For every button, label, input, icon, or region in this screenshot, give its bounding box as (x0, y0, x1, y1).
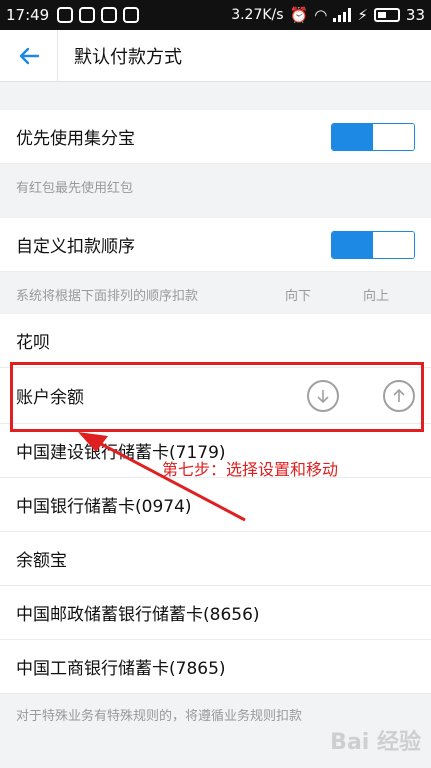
list-item[interactable]: 中国银行储蓄卡(0974) (0, 478, 431, 532)
charging-icon: ⚡ (357, 6, 368, 24)
payment-method-list: 花呗 账户余额 中国建设银行储蓄卡(7179) 中国银行储蓄卡(0974) 余额… (0, 314, 431, 694)
image-icon (123, 7, 140, 23)
move-up-button[interactable] (383, 379, 415, 412)
battery-level: 33 (405, 6, 425, 24)
priority-label: 优先使用集分宝 (16, 129, 135, 149)
network-speed: 3.27K/s (231, 7, 284, 23)
custom-order-row: 自定义扣款顺序 (0, 218, 431, 272)
list-item[interactable]: 账户余额 (0, 368, 431, 424)
page-title: 默认付款方式 (74, 46, 182, 68)
watermark: Bai 经验 (330, 730, 421, 755)
battery-icon (373, 8, 400, 22)
wifi-icon: ◠ (314, 6, 328, 24)
col-up-label: 向上 (362, 288, 389, 304)
arrow-down-icon (317, 389, 329, 403)
list-item[interactable]: 余额宝 (0, 532, 431, 586)
back-arrow-icon (19, 47, 39, 64)
shield-icon (57, 7, 74, 23)
list-item[interactable]: 中国邮政储蓄银行储蓄卡(8656) (0, 586, 431, 640)
custom-order-hint: 系统将根据下面排列的顺序扣款 向下 向上 (0, 272, 431, 316)
alarm-icon: ⏰ (289, 6, 309, 24)
custom-order-toggle[interactable] (331, 230, 415, 259)
move-down-button[interactable] (307, 379, 339, 412)
arrow-up-icon (393, 388, 405, 402)
custom-order-label: 自定义扣款顺序 (16, 237, 135, 257)
back-button[interactable] (0, 29, 58, 82)
priority-hint: 有红包最先使用红包 (0, 164, 431, 208)
list-item[interactable]: 中国工商银行储蓄卡(7865) (0, 640, 431, 694)
app-icon (101, 7, 118, 23)
priority-row: 优先使用集分宝 (0, 110, 431, 164)
notification-icon (79, 7, 96, 23)
col-down-label: 向下 (284, 288, 311, 304)
nav-header: 默认付款方式 (0, 29, 431, 82)
annotation-text: 第七步：选择设置和移动 (162, 460, 339, 479)
list-item[interactable]: 花呗 (0, 314, 431, 368)
status-bar: 17:49 3.27K/s ⏰ ◠ ⚡ 33 (0, 0, 431, 30)
priority-toggle[interactable] (331, 122, 415, 151)
signal-icon (333, 8, 352, 22)
priority-section: 优先使用集分宝 有红包最先使用红包 (0, 110, 431, 208)
custom-order-section: 自定义扣款顺序 系统将根据下面排列的顺序扣款 向下 向上 (0, 218, 431, 316)
status-time: 17:49 (6, 6, 50, 24)
